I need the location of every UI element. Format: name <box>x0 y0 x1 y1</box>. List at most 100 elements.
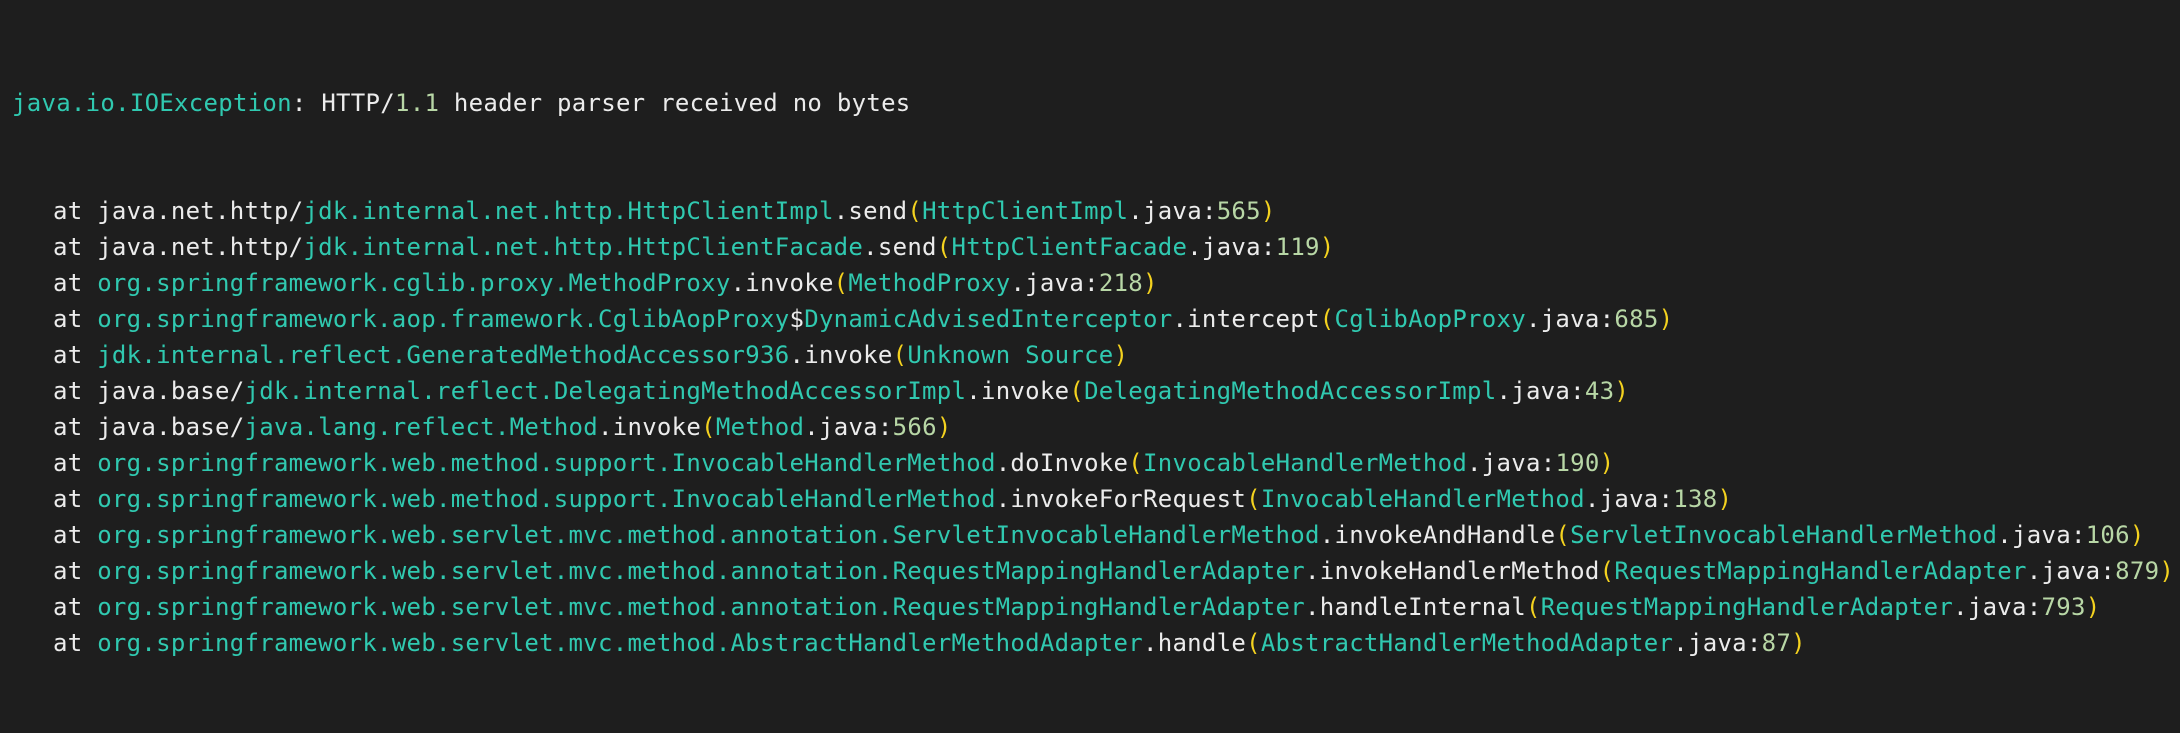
frame-close-paren: ) <box>1614 377 1630 405</box>
exception-class: java.io.IOException <box>12 89 292 117</box>
frame-line-number: 566 <box>892 413 937 441</box>
frame-method: .send <box>833 197 908 225</box>
frame-file-ext: .java: <box>1997 521 2086 549</box>
frame-close-paren: ) <box>1791 629 1806 657</box>
frame-file: RequestMappingHandlerAdapter <box>1614 557 2027 585</box>
stack-frame-line: at org.springframework.web.servlet.mvc.m… <box>12 589 2174 625</box>
frame-module: java.base/ <box>97 377 245 405</box>
frame-at-keyword: at <box>53 521 98 549</box>
stack-frame-line: at org.springframework.web.servlet.mvc.m… <box>12 517 2174 553</box>
frame-class: jdk.internal.net.http.HttpClientFacade <box>303 233 864 261</box>
frame-open-paren: ( <box>1555 521 1571 549</box>
frame-file: CglibAopProxy <box>1334 305 1526 333</box>
frame-open-paren: ( <box>1525 593 1541 621</box>
frame-open-paren: ( <box>1069 377 1085 405</box>
frame-file-ext: .java: <box>1128 197 1217 225</box>
frame-line-number: 119 <box>1275 233 1320 261</box>
frame-file-ext: .java: <box>1953 593 2042 621</box>
frame-class: org.springframework.web.servlet.mvc.meth… <box>97 557 1305 585</box>
frame-file-ext: .java: <box>1673 629 1762 657</box>
http-version: 1.1 <box>394 89 440 117</box>
frame-method: .invokeForRequest <box>995 485 1247 513</box>
stack-frames: at java.net.http/jdk.internal.net.http.H… <box>12 193 2174 661</box>
frame-file: Unknown Source <box>907 341 1114 369</box>
frame-open-paren: ( <box>1128 449 1143 477</box>
frame-line-number: 565 <box>1216 197 1261 225</box>
frame-file: AbstractHandlerMethodAdapter <box>1260 629 1674 657</box>
frame-method: .invokeHandlerMethod <box>1305 557 1600 585</box>
frame-class: org.springframework.web.method.support.I… <box>97 449 996 477</box>
frame-line-number: 138 <box>1673 485 1718 513</box>
frame-file-ext: .java: <box>1187 233 1276 261</box>
frame-file: MethodProxy <box>848 269 1011 297</box>
frame-inner-class: DynamicAdvisedInterceptor <box>804 305 1173 333</box>
stack-frame-line: at java.net.http/jdk.internal.net.http.H… <box>12 229 2174 265</box>
frame-class: jdk.internal.net.http.HttpClientImpl <box>303 197 834 225</box>
frame-method: .invoke <box>966 377 1070 405</box>
stack-frame-line: at org.springframework.aop.framework.Cgl… <box>12 301 2174 337</box>
frame-file: ServletInvocableHandlerMethod <box>1570 521 1998 549</box>
frame-class: org.springframework.aop.framework.CglibA… <box>97 305 790 333</box>
console-output: java.io.IOException: HTTP/1.1 header par… <box>0 0 2180 657</box>
frame-file-ext: .java: <box>1467 449 1556 477</box>
frame-method: .handleInternal <box>1305 593 1526 621</box>
frame-at-keyword: at <box>53 341 98 369</box>
frame-file: Method <box>715 413 805 441</box>
stack-frame-line: at org.springframework.web.method.suppor… <box>12 445 2174 481</box>
frame-line-number: 879 <box>2115 557 2160 585</box>
frame-close-paren: ) <box>1260 197 1276 225</box>
frame-file-ext: .java: <box>1525 305 1615 333</box>
frame-method: .send <box>863 233 937 261</box>
frame-file-ext: .java: <box>1584 485 1674 513</box>
frame-close-paren: ) <box>1113 341 1129 369</box>
frame-file-ext: .java: <box>1010 269 1099 297</box>
stack-frame-line: at java.net.http/jdk.internal.net.http.H… <box>12 193 2174 229</box>
frame-method: .invoke <box>789 341 893 369</box>
frame-line-number: 190 <box>1555 449 1600 477</box>
frame-open-paren: ( <box>1246 485 1261 513</box>
stack-frame-line: at org.springframework.cglib.proxy.Metho… <box>12 265 2174 301</box>
frame-method: .handle <box>1142 629 1247 657</box>
frame-close-paren: ) <box>1658 305 1674 333</box>
stack-frame-line: at org.springframework.web.servlet.mvc.m… <box>12 625 2174 661</box>
frame-class: org.springframework.web.method.support.I… <box>97 485 996 513</box>
frame-file: InvocableHandlerMethod <box>1260 485 1585 513</box>
frame-method: .invoke <box>598 413 702 441</box>
frame-open-paren: ( <box>701 413 716 441</box>
frame-class: org.springframework.cglib.proxy.MethodPr… <box>97 269 731 297</box>
frame-close-paren: ) <box>2085 593 2101 621</box>
frame-open-paren: ( <box>1599 557 1615 585</box>
exception-header-line: java.io.IOException: HTTP/1.1 header par… <box>12 85 2174 121</box>
frame-open-paren: ( <box>936 233 952 261</box>
frame-at-keyword: at <box>53 305 98 333</box>
frame-class: java.lang.reflect.Method <box>244 413 599 441</box>
frame-line-number: 218 <box>1098 269 1144 297</box>
frame-class: org.springframework.web.servlet.mvc.meth… <box>97 521 1320 549</box>
frame-open-paren: ( <box>892 341 908 369</box>
frame-module: java.net.http/ <box>97 197 304 225</box>
frame-method: .doInvoke <box>995 449 1129 477</box>
frame-at-keyword: at <box>53 593 98 621</box>
frame-at-keyword: at <box>53 557 98 585</box>
frame-close-paren: ) <box>1717 485 1733 513</box>
exception-colon: : <box>291 89 307 117</box>
stack-frame-line: at jdk.internal.reflect.GeneratedMethodA… <box>12 337 2174 373</box>
exception-message-part-a: HTTP/ <box>306 89 395 117</box>
frame-at-keyword: at <box>53 413 98 441</box>
frame-method: .invokeAndHandle <box>1319 521 1556 549</box>
frame-file: InvocableHandlerMethod <box>1143 449 1468 477</box>
frame-file: HttpClientImpl <box>922 197 1129 225</box>
frame-line-number: 685 <box>1614 305 1659 333</box>
frame-close-paren: ) <box>2159 557 2175 585</box>
frame-class: org.springframework.web.servlet.mvc.meth… <box>97 629 1143 657</box>
frame-line-number: 106 <box>2085 521 2130 549</box>
frame-file: DelegatingMethodAccessorImpl <box>1084 377 1497 405</box>
stack-frame-line: at org.springframework.web.servlet.mvc.m… <box>12 553 2174 589</box>
frame-file-ext: .java: <box>804 413 893 441</box>
frame-file-ext: .java: <box>2026 557 2116 585</box>
frame-module: java.net.http/ <box>97 233 304 261</box>
frame-open-paren: ( <box>907 197 923 225</box>
frame-module: java.base/ <box>97 413 245 441</box>
frame-at-keyword: at <box>53 233 98 261</box>
frame-line-number: 87 <box>1761 629 1792 657</box>
